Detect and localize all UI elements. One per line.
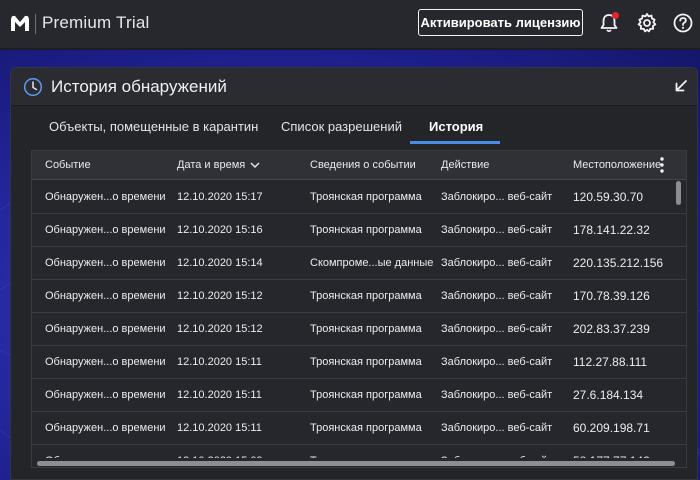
cell-event: Обнаружен...о времени [45,356,166,368]
cell-details: Троянская программа [310,290,422,302]
cell-action: Заблокиро... веб-сайт [441,224,553,236]
table-row[interactable]: Обнаружен...о времени 12.10.2020 15:14 Ско… [32,247,686,280]
activate-license-button[interactable]: Активировать лицензию [418,9,583,36]
panel-title: История обнаружений [51,77,227,96]
help-icon[interactable] [672,12,694,34]
cell-event: Обнаружен...о времени [45,257,166,269]
cell-action: Заблокиро... веб-сайт [441,422,553,434]
cell-action: Заблокиро... веб-сайт [441,191,553,203]
column-header-action[interactable]: Действие [441,159,489,171]
cell-event: Обнаружен...о времени [45,290,166,302]
malwarebytes-logo-icon [11,15,29,31]
cell-location: 220.135.212.156 [573,256,664,270]
brand-name: Premium Trial [42,13,150,32]
cell-event: Обнаружен...о времени [45,191,166,203]
cell-location: 178.141.22.32 [573,223,650,237]
table-row[interactable]: Обнаружен...о времени 12.10.2020 15:11 Тро… [32,412,686,445]
table-row[interactable]: Обнаружен...о времени 12.10.2020 15:17 Тро… [32,181,686,214]
table-row[interactable]: Обнаружен...о времени 12.10.2020 15:12 Тро… [32,313,686,346]
detection-history-panel: История обнаружений Объекты, помещенные … [10,67,698,480]
cell-location: 112.27.88.111 [573,355,648,369]
cell-datetime: 12.10.2020 15:12 [177,323,263,335]
cell-details: Троянская программа [310,191,422,203]
cell-datetime: 12.10.2020 15:16 [177,224,263,236]
cell-details: Троянская программа [310,323,422,335]
cell-datetime: 12.10.2020 15:11 [177,356,262,368]
cell-details: Троянская программа [310,422,422,434]
cell-datetime: 12.10.2020 15:11 [177,422,262,434]
cell-event: Обнаружен...о времени [45,389,166,401]
kebab-menu-icon[interactable] [659,156,665,174]
table-header: Событие Дата и время Сведения о событии … [32,151,686,180]
clock-icon [23,77,43,97]
cell-datetime: 12.10.2020 15:12 [177,290,263,302]
tab-history[interactable]: История [429,119,483,134]
gear-icon[interactable] [636,12,658,34]
column-header-event[interactable]: Событие [45,159,91,171]
vertical-scrollbar[interactable] [676,181,681,205]
cell-datetime: 12.10.2020 15:11 [177,389,262,401]
horizontal-scrollbar[interactable] [37,461,675,466]
column-header-datetime[interactable]: Дата и время [177,159,260,171]
panel-header: История обнаружений [11,68,697,106]
tab-allow-list[interactable]: Список разрешений [281,119,402,134]
cell-details: Троянская программа [310,224,422,236]
table-row[interactable]: Обнаружен...о времени 12.10.2020 15:11 Тро… [32,346,686,379]
top-bar: Premium Trial Активировать лицензию [0,0,700,48]
column-header-details[interactable]: Сведения о событии [310,159,416,171]
table-row[interactable]: Обнаружен...о времени 12.10.2020 15:12 Тро… [32,280,686,313]
tab-bar: Объекты, помещенные в карантин Список ра… [11,108,697,146]
cell-location: 120.59.30.70 [573,190,644,204]
table-row[interactable]: Обнаружен...о времени 12.10.2020 15:16 Тро… [32,214,686,247]
collapse-arrow-icon[interactable] [673,78,689,94]
cell-location: 170.78.39.126 [573,289,650,303]
cell-location: 202.83.37.239 [573,322,650,336]
history-table: Событие Дата и время Сведения о событии … [31,150,687,468]
cell-action: Заблокиро... веб-сайт [441,290,553,302]
active-tab-indicator [410,141,500,144]
notification-dot [612,12,619,19]
cell-event: Обнаружен...о времени [45,422,166,434]
brand-separator [35,14,36,34]
cell-action: Заблокиро... веб-сайт [441,323,553,335]
cell-datetime: 12.10.2020 15:14 [177,257,263,269]
chevron-down-icon [250,162,260,169]
cell-action: Заблокиро... веб-сайт [441,257,553,269]
cell-event: Обнаружен...о времени [45,323,166,335]
cell-datetime: 12.10.2020 15:17 [177,191,263,203]
cell-location: 60.209.198.71 [573,421,650,435]
cell-details: Скомпроме...ые данные [310,257,434,269]
column-header-datetime-label: Дата и время [177,159,246,171]
cell-location: 27.6.184.134 [573,388,644,402]
cell-action: Заблокиро... веб-сайт [441,389,553,401]
table-row[interactable]: Обнаружен...о времени 12.10.2020 15:11 Тро… [32,379,686,412]
column-header-location[interactable]: Местоположение [573,159,661,171]
cell-event: Обнаружен...о времени [45,224,166,236]
cell-action: Заблокиро... веб-сайт [441,356,553,368]
cell-details: Троянская программа [310,389,422,401]
tab-quarantine[interactable]: Объекты, помещенные в карантин [49,119,258,134]
cell-details: Троянская программа [310,356,422,368]
